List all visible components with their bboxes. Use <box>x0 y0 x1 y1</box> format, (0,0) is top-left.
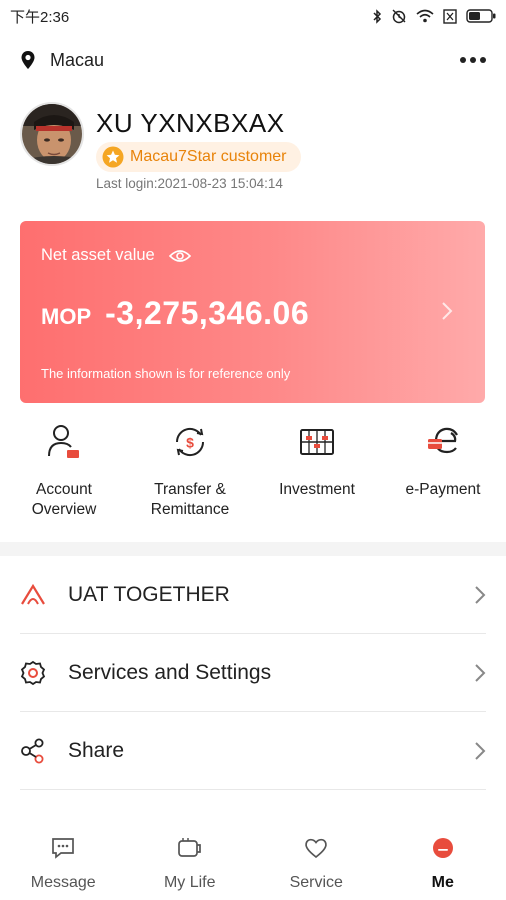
chevron-right-icon <box>442 302 453 320</box>
menu-services-settings[interactable]: Services and Settings <box>20 634 486 712</box>
more-options-icon[interactable] <box>460 51 486 69</box>
alarm-icon <box>392 9 406 24</box>
status-bar: 下午2:36 <box>0 0 506 32</box>
tab-label: Me <box>431 874 454 891</box>
menu-label: UAT TOGETHER <box>68 582 230 606</box>
asset-label: Net asset value <box>41 246 155 264</box>
tab-label: My Life <box>163 874 216 891</box>
last-login: Last login:2021-08-23 15:04:14 <box>96 176 283 191</box>
bluetooth-icon <box>373 8 382 24</box>
settings-gear-icon <box>20 658 50 688</box>
e-payment-icon <box>423 420 463 464</box>
location-name: Macau <box>50 49 105 70</box>
asset-currency: MOP <box>41 304 92 329</box>
status-time: 下午2:36 <box>10 8 70 26</box>
svg-text:$: $ <box>186 435 194 451</box>
avatar[interactable] <box>20 102 84 166</box>
tab-label: Message <box>30 874 96 891</box>
tab-service[interactable]: Service <box>253 820 380 900</box>
customer-badge: Macau7Star customer <box>96 142 301 172</box>
asset-note: The information shown is for reference o… <box>41 366 291 381</box>
heart-icon <box>304 836 328 860</box>
tab-label: Service <box>289 874 343 891</box>
bottom-tab-bar: Message My Life Service Me <box>0 820 506 900</box>
quick-label: Account Overview <box>31 481 97 518</box>
quick-investment[interactable]: Investment <box>255 420 379 500</box>
menu-share[interactable]: Share <box>20 712 486 790</box>
tab-message[interactable]: Message <box>0 820 127 900</box>
quick-actions: Account Overview $ Transfer & Remittance… <box>0 420 506 530</box>
wifi-icon <box>416 9 434 23</box>
battery-icon <box>466 9 496 23</box>
chevron-right-icon <box>475 663 486 682</box>
section-divider <box>0 542 506 556</box>
status-icons <box>372 8 496 24</box>
together-icon <box>20 580 50 610</box>
profile-section: XU YXNXBXAX Macau7Star customer Last log… <box>20 100 486 200</box>
badge-label: Macau7Star customer <box>130 148 287 165</box>
menu-label: Share <box>68 738 125 762</box>
location-selector[interactable]: Macau <box>20 50 104 71</box>
location-bar: Macau <box>0 40 506 80</box>
tab-my-life[interactable]: My Life <box>127 820 254 900</box>
investment-icon <box>297 420 337 464</box>
quick-label: Investment <box>279 481 355 498</box>
quick-e-payment[interactable]: e-Payment <box>381 420 505 500</box>
chevron-right-icon <box>475 585 486 604</box>
quick-label: e-Payment <box>405 481 481 498</box>
quick-transfer[interactable]: $ Transfer & Remittance <box>128 420 252 520</box>
net-asset-card[interactable]: Net asset value MOP -3,275,346.06 The in… <box>20 221 485 403</box>
eye-icon[interactable] <box>168 249 191 263</box>
share-icon <box>20 736 50 766</box>
account-overview-icon <box>44 420 84 464</box>
menu-uat-together[interactable]: UAT TOGETHER <box>20 556 486 634</box>
transfer-icon: $ <box>170 420 210 464</box>
asset-amount: -3,275,346.06 <box>105 295 310 331</box>
message-icon <box>51 836 75 860</box>
quick-label: Transfer & Remittance <box>150 481 230 518</box>
asset-label-row: Net asset value <box>41 246 191 265</box>
star-icon <box>102 146 124 168</box>
asset-value-row: MOP -3,275,346.06 <box>41 295 309 332</box>
me-icon <box>431 836 455 860</box>
location-pin-icon <box>21 51 35 69</box>
my-life-icon <box>177 836 203 860</box>
tab-me[interactable]: Me <box>380 820 506 900</box>
sim-icon <box>443 8 457 24</box>
menu-label: Services and Settings <box>68 660 272 684</box>
chevron-right-icon <box>475 741 486 760</box>
quick-account-overview[interactable]: Account Overview <box>2 420 126 520</box>
last-login-text: Last login:2021-08-23 15:04:14 <box>96 176 283 191</box>
profile-name: XU YXNXBXAX <box>96 108 285 138</box>
